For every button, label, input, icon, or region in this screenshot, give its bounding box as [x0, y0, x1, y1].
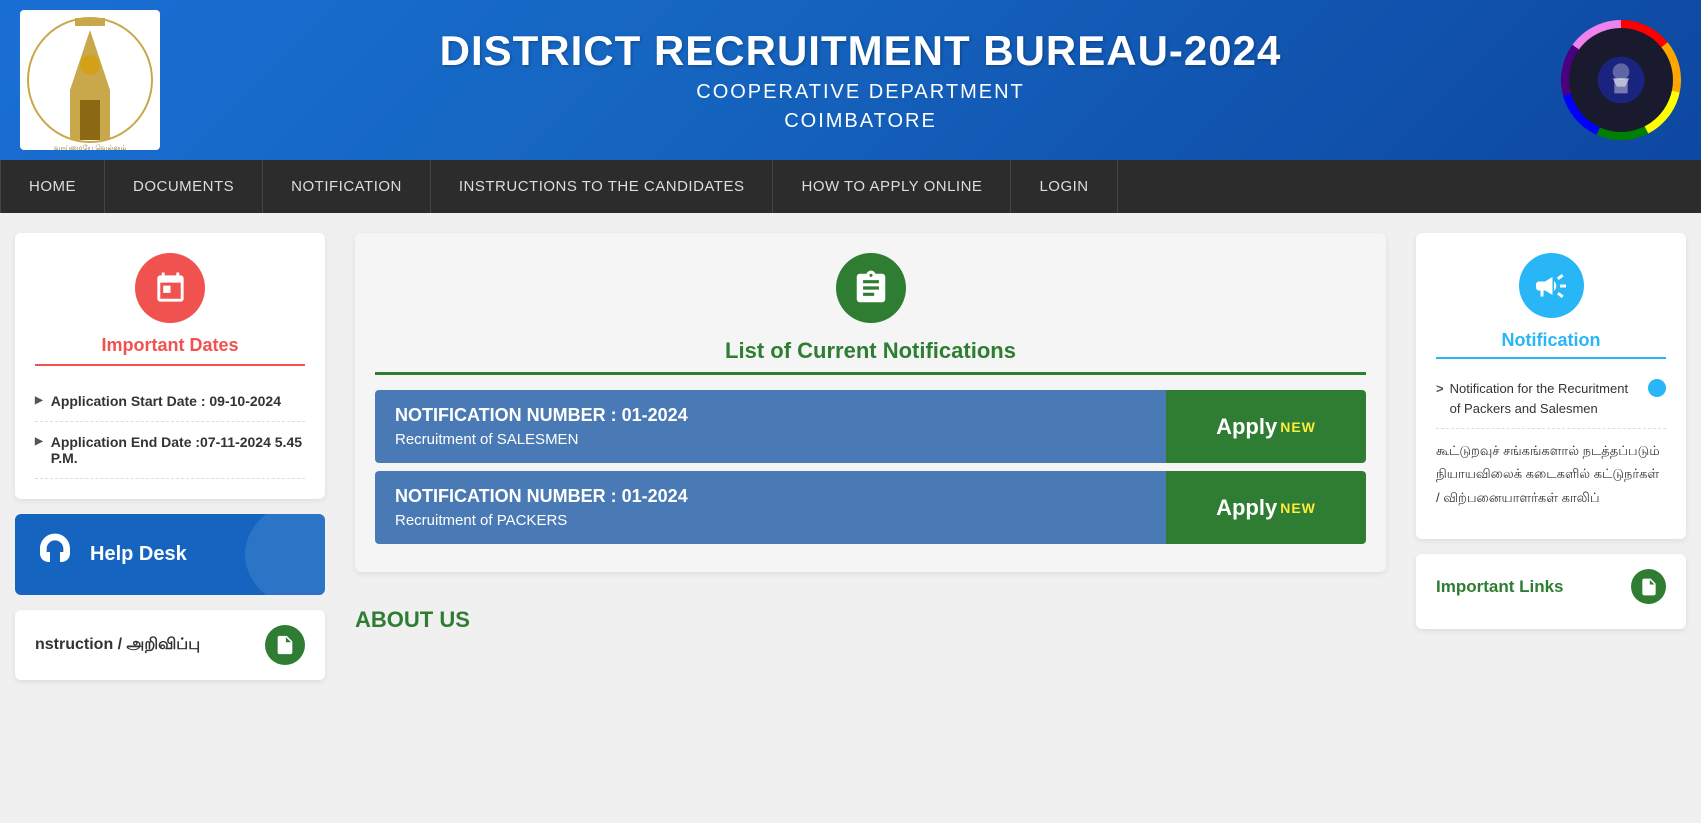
notification-row-1: NOTIFICATION NUMBER : 01-2024 Recruitmen…: [375, 390, 1366, 463]
clipboard-icon: [852, 269, 890, 307]
important-dates-icon: [135, 253, 205, 323]
about-title: ABOUT US: [355, 607, 1386, 633]
instruction-box[interactable]: nstruction / அறிவிப்பு: [15, 610, 325, 680]
main-nav: HOME DOCUMENTS NOTIFICATION INSTRUCTIONS…: [0, 160, 1701, 213]
globe-icon: [1648, 379, 1666, 397]
notification-number-1: NOTIFICATION NUMBER : 01-2024: [395, 405, 1146, 426]
apply-label-2: Apply: [1216, 495, 1277, 521]
helpdesk-label: Help Desk: [90, 543, 187, 566]
helpdesk-icon: [35, 532, 75, 577]
notification-right-box: Notification Notification for the Recuri…: [1416, 233, 1686, 539]
nav-how-to-apply[interactable]: HOW TO APPLY ONLINE: [773, 160, 1011, 213]
header-title-block: DISTRICT RECRUITMENT BUREAU-2024 COOPERA…: [160, 27, 1561, 133]
announcement-icon: [1533, 268, 1569, 304]
important-dates-title: Important Dates: [35, 335, 305, 366]
nav-login[interactable]: LOGIN: [1011, 160, 1117, 213]
notification-list-icon: [836, 253, 906, 323]
apply-label-1: Apply: [1216, 414, 1277, 440]
state-logo: வாய்மையே வெல்லும்: [20, 10, 160, 150]
nav-notification[interactable]: NOTIFICATION: [263, 160, 431, 213]
link-icon: [1639, 577, 1659, 597]
megaphone-icon: [1519, 253, 1584, 318]
rainbow-logo: [1561, 20, 1681, 140]
nav-instructions[interactable]: INSTRUCTIONS TO THE CANDIDATES: [431, 160, 774, 213]
helpdesk-bg: [205, 514, 325, 595]
important-dates-box: Important Dates Application Start Date :…: [15, 233, 325, 499]
apply-badge-1: NEW: [1280, 419, 1316, 435]
tamil-text: கூட்டுறவுச் சங்கங்களால் நடத்தப்படும் நிய…: [1436, 429, 1666, 519]
about-section: ABOUT US: [355, 592, 1386, 648]
apply-badge-2: NEW: [1280, 500, 1316, 516]
notification-desc-1: Recruitment of SALESMEN: [395, 431, 1146, 448]
instruction-label: nstruction / அறிவிப்பு: [35, 635, 200, 655]
right-panel: Notification Notification for the Recuri…: [1401, 233, 1701, 713]
subtitle2: COIMBATORE: [160, 110, 1561, 133]
important-links-header: Important Links: [1436, 569, 1666, 604]
links-icon: [1631, 569, 1666, 604]
notif-item-text: Notification for the Recuritment of Pack…: [1450, 379, 1638, 418]
main-title: DISTRICT RECRUITMENT BUREAU-2024: [160, 27, 1561, 75]
notification-right-item-1: Notification for the Recuritment of Pack…: [1436, 369, 1666, 429]
calendar-icon: [153, 271, 188, 306]
notifications-title: List of Current Notifications: [375, 338, 1366, 375]
apply-button-1[interactable]: Apply NEW: [1166, 390, 1366, 463]
emblem-svg: வாய்மையே வெல்லும்: [25, 10, 155, 150]
notification-right-title: Notification: [1436, 330, 1666, 359]
nav-documents[interactable]: DOCUMENTS: [105, 160, 263, 213]
notifications-box: List of Current Notifications NOTIFICATI…: [355, 233, 1386, 572]
logo-inner: [1569, 28, 1673, 132]
center-panel: List of Current Notifications NOTIFICATI…: [340, 233, 1401, 713]
date-item-start: Application Start Date : 09-10-2024: [35, 381, 305, 422]
subtitle1: COOPERATIVE DEPARTMENT: [160, 81, 1561, 104]
notification-number-2: NOTIFICATION NUMBER : 01-2024: [395, 486, 1146, 507]
notification-desc-2: Recruitment of PACKERS: [395, 512, 1146, 529]
main-content: Important Dates Application Start Date :…: [0, 213, 1701, 733]
helpdesk-box[interactable]: Help Desk: [15, 514, 325, 595]
notification-row-2: NOTIFICATION NUMBER : 01-2024 Recruitmen…: [375, 471, 1366, 544]
page-header: வாய்மையே வெல்லும் DISTRICT RECRUITMENT B…: [0, 0, 1701, 160]
important-links-box: Important Links: [1416, 554, 1686, 629]
left-panel: Important Dates Application Start Date :…: [0, 233, 340, 713]
svg-text:வாய்மையே வெல்லும்: வாய்மையே வெல்லும்: [54, 144, 127, 150]
logo-container: வாய்மையே வெல்லும்: [20, 10, 160, 150]
important-links-title-text: Important Links: [1436, 577, 1564, 597]
notification-info-2: NOTIFICATION NUMBER : 01-2024 Recruitmen…: [375, 471, 1166, 544]
instruction-icon: [265, 625, 305, 665]
headset-icon: [35, 532, 75, 572]
notification-info-1: NOTIFICATION NUMBER : 01-2024 Recruitmen…: [375, 390, 1166, 463]
nav-home[interactable]: HOME: [0, 160, 105, 213]
apply-button-2[interactable]: Apply NEW: [1166, 471, 1366, 544]
document-icon: [274, 634, 296, 656]
date-item-end: Application End Date :07-11-2024 5.45 P.…: [35, 422, 305, 479]
logo-inner-icon: [1596, 55, 1646, 105]
